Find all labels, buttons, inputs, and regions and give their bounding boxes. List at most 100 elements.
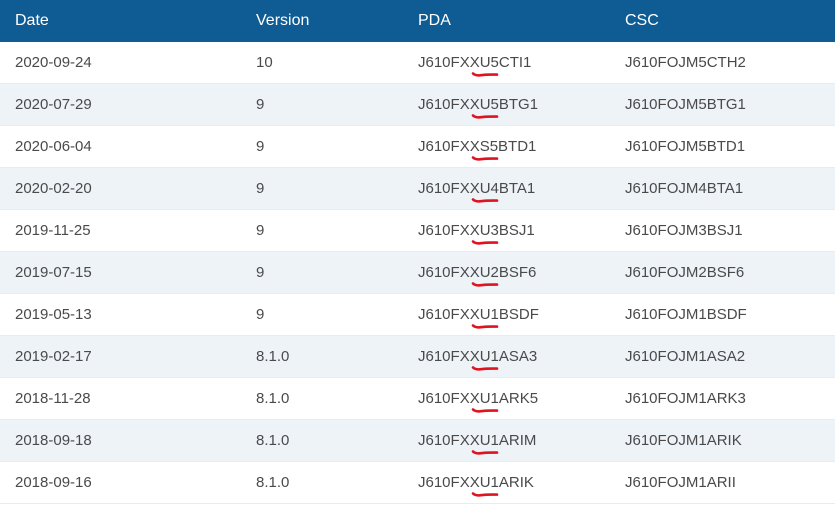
cell-version: 8.1.0 (256, 390, 418, 407)
cell-date-text: 2018-09-18 (15, 432, 92, 449)
cell-version-text: 9 (256, 264, 265, 281)
cell-version: 8.1.0 (256, 474, 418, 491)
header-date: Date (15, 12, 49, 29)
cell-date: 2020-09-24 (0, 54, 256, 71)
cell-csc-text: J610FOJM2BSF6 (625, 264, 745, 281)
red-underline-annotation (471, 282, 499, 287)
red-underline-annotation (471, 114, 499, 119)
cell-pda-text: J610FXXU2BSF6 (418, 264, 537, 281)
cell-csc: J610FOJM1ASA2 (625, 348, 835, 365)
cell-pda-text: J610FXXU1ARK5 (418, 390, 539, 407)
cell-date-text: 2020-07-29 (15, 96, 92, 113)
cell-csc-text: J610FOJM1ARII (625, 474, 736, 491)
table-row: 2019-11-25 9 J610FXXU3BSJ1 J610FOJM3BSJ1 (0, 210, 835, 252)
cell-csc: J610FOJM3BSJ1 (625, 222, 835, 239)
cell-pda: J610FXXS5BTD1 (418, 138, 625, 161)
table-row: 2018-11-28 8.1.0 J610FXXU1ARK5 J610FOJM1ARK… (0, 378, 835, 420)
cell-version-text: 8.1.0 (256, 390, 290, 407)
cell-date: 2019-02-17 (0, 348, 256, 365)
cell-pda-text: J610FXXU5CTI1 (418, 54, 532, 71)
table-row: 2019-05-13 9 J610FXXU1BSDF J610FOJM1BSDF (0, 294, 835, 336)
cell-version: 8.1.0 (256, 348, 418, 365)
cell-date-text: 2019-11-25 (15, 222, 91, 239)
cell-date: 2020-07-29 (0, 96, 256, 113)
header-csc: CSC (625, 12, 659, 29)
cell-csc: J610FOJM5BTG1 (625, 96, 835, 113)
cell-pda-text: J610FXXU1ASA3 (418, 348, 538, 365)
cell-version: 10 (256, 54, 418, 71)
table-row: 2019-07-15 9 J610FXXU2BSF6 J610FOJM2BSF6 (0, 252, 835, 294)
red-underline-annotation (471, 72, 499, 77)
cell-version-text: 8.1.0 (256, 474, 290, 491)
cell-version: 9 (256, 138, 418, 155)
red-underline-annotation (471, 324, 499, 329)
cell-pda: J610FXXU1ARK5 (418, 390, 625, 413)
cell-date-text: 2018-11-28 (15, 390, 91, 407)
table-row: 2020-09-24 10 J610FXXU5CTI1 J610FOJM5CTH2 (0, 42, 835, 84)
cell-csc: J610FOJM1ARK3 (625, 390, 835, 407)
cell-csc: J610FOJM2BSF6 (625, 264, 835, 281)
cell-date: 2018-09-18 (0, 432, 256, 449)
cell-date: 2019-07-15 (0, 264, 256, 281)
cell-csc-text: J610FOJM5CTH2 (625, 54, 746, 71)
cell-csc: J610FOJM5CTH2 (625, 54, 835, 71)
cell-date: 2019-05-13 (0, 306, 256, 323)
cell-version: 9 (256, 96, 418, 113)
cell-csc-text: J610FOJM4BTA1 (625, 180, 744, 197)
red-underline-annotation (471, 450, 499, 455)
cell-csc-text: J610FOJM1ASA2 (625, 348, 746, 365)
table-row: 2018-09-18 8.1.0 J610FXXU1ARIM J610FOJM1ARI… (0, 420, 835, 462)
cell-csc: J610FOJM1ARIK (625, 432, 835, 449)
header-version: Version (256, 12, 310, 29)
cell-csc-text: J610FOJM1BSDF (625, 306, 747, 323)
cell-pda: J610FXXU4BTA1 (418, 180, 625, 203)
cell-version-text: 9 (256, 222, 265, 239)
cell-version-text: 9 (256, 306, 265, 323)
cell-pda-text: J610FXXU5BTG1 (418, 96, 539, 113)
table-row: 2019-02-17 8.1.0 J610FXXU1ASA3 J610FOJM1ASA… (0, 336, 835, 378)
cell-pda: J610FXXU2BSF6 (418, 264, 625, 287)
cell-pda-text: J610FXXU3BSJ1 (418, 222, 535, 239)
cell-date-text: 2020-06-04 (15, 138, 92, 155)
cell-version-text: 9 (256, 138, 265, 155)
cell-csc-text: J610FOJM1ARIK (625, 432, 742, 449)
cell-csc: J610FOJM1ARII (625, 474, 835, 491)
cell-date: 2019-11-25 (0, 222, 256, 239)
cell-pda: J610FXXU5BTG1 (418, 96, 625, 119)
red-underline-annotation (471, 492, 499, 497)
cell-csc-text: J610FOJM3BSJ1 (625, 222, 743, 239)
header-pda: PDA (418, 12, 451, 29)
cell-version: 9 (256, 264, 418, 281)
red-underline-annotation (471, 240, 499, 245)
cell-csc-text: J610FOJM5BTD1 (625, 138, 746, 155)
cell-date: 2020-06-04 (0, 138, 256, 155)
table-header: Date Version PDA CSC (0, 0, 835, 42)
cell-pda: J610FXXU1ARIK (418, 474, 625, 497)
cell-csc: J610FOJM5BTD1 (625, 138, 835, 155)
cell-version: 9 (256, 222, 418, 239)
cell-version-text: 10 (256, 54, 273, 71)
cell-date-text: 2019-02-17 (15, 348, 92, 365)
cell-pda-text: J610FXXU1BSDF (418, 306, 539, 323)
cell-date-text: 2018-09-16 (15, 474, 92, 491)
cell-version-text: 9 (256, 96, 265, 113)
cell-date-text: 2019-05-13 (15, 306, 92, 323)
table-row: 2020-06-04 9 J610FXXS5BTD1 J610FOJM5BTD1 (0, 126, 835, 168)
cell-date-text: 2019-07-15 (15, 264, 92, 281)
cell-version-text: 9 (256, 180, 265, 197)
cell-date: 2018-11-28 (0, 390, 256, 407)
cell-date-text: 2020-02-20 (15, 180, 92, 197)
table-body: 2020-09-24 10 J610FXXU5CTI1 J610FOJM5CTH2 20… (0, 42, 835, 504)
cell-pda: J610FXXU1ARIM (418, 432, 625, 455)
table-row: 2020-07-29 9 J610FXXU5BTG1 J610FOJM5BTG1 (0, 84, 835, 126)
cell-date: 2020-02-20 (0, 180, 256, 197)
cell-date: 2018-09-16 (0, 474, 256, 491)
table-row: 2018-09-16 8.1.0 J610FXXU1ARIK J610FOJM1ARI… (0, 462, 835, 504)
cell-pda: J610FXXU1ASA3 (418, 348, 625, 371)
cell-version: 9 (256, 180, 418, 197)
table-row: 2020-02-20 9 J610FXXU4BTA1 J610FOJM4BTA1 (0, 168, 835, 210)
cell-pda-text: J610FXXU1ARIK (418, 474, 534, 491)
cell-pda: J610FXXU5CTI1 (418, 54, 625, 77)
red-underline-annotation (471, 408, 499, 413)
cell-csc-text: J610FOJM5BTG1 (625, 96, 746, 113)
